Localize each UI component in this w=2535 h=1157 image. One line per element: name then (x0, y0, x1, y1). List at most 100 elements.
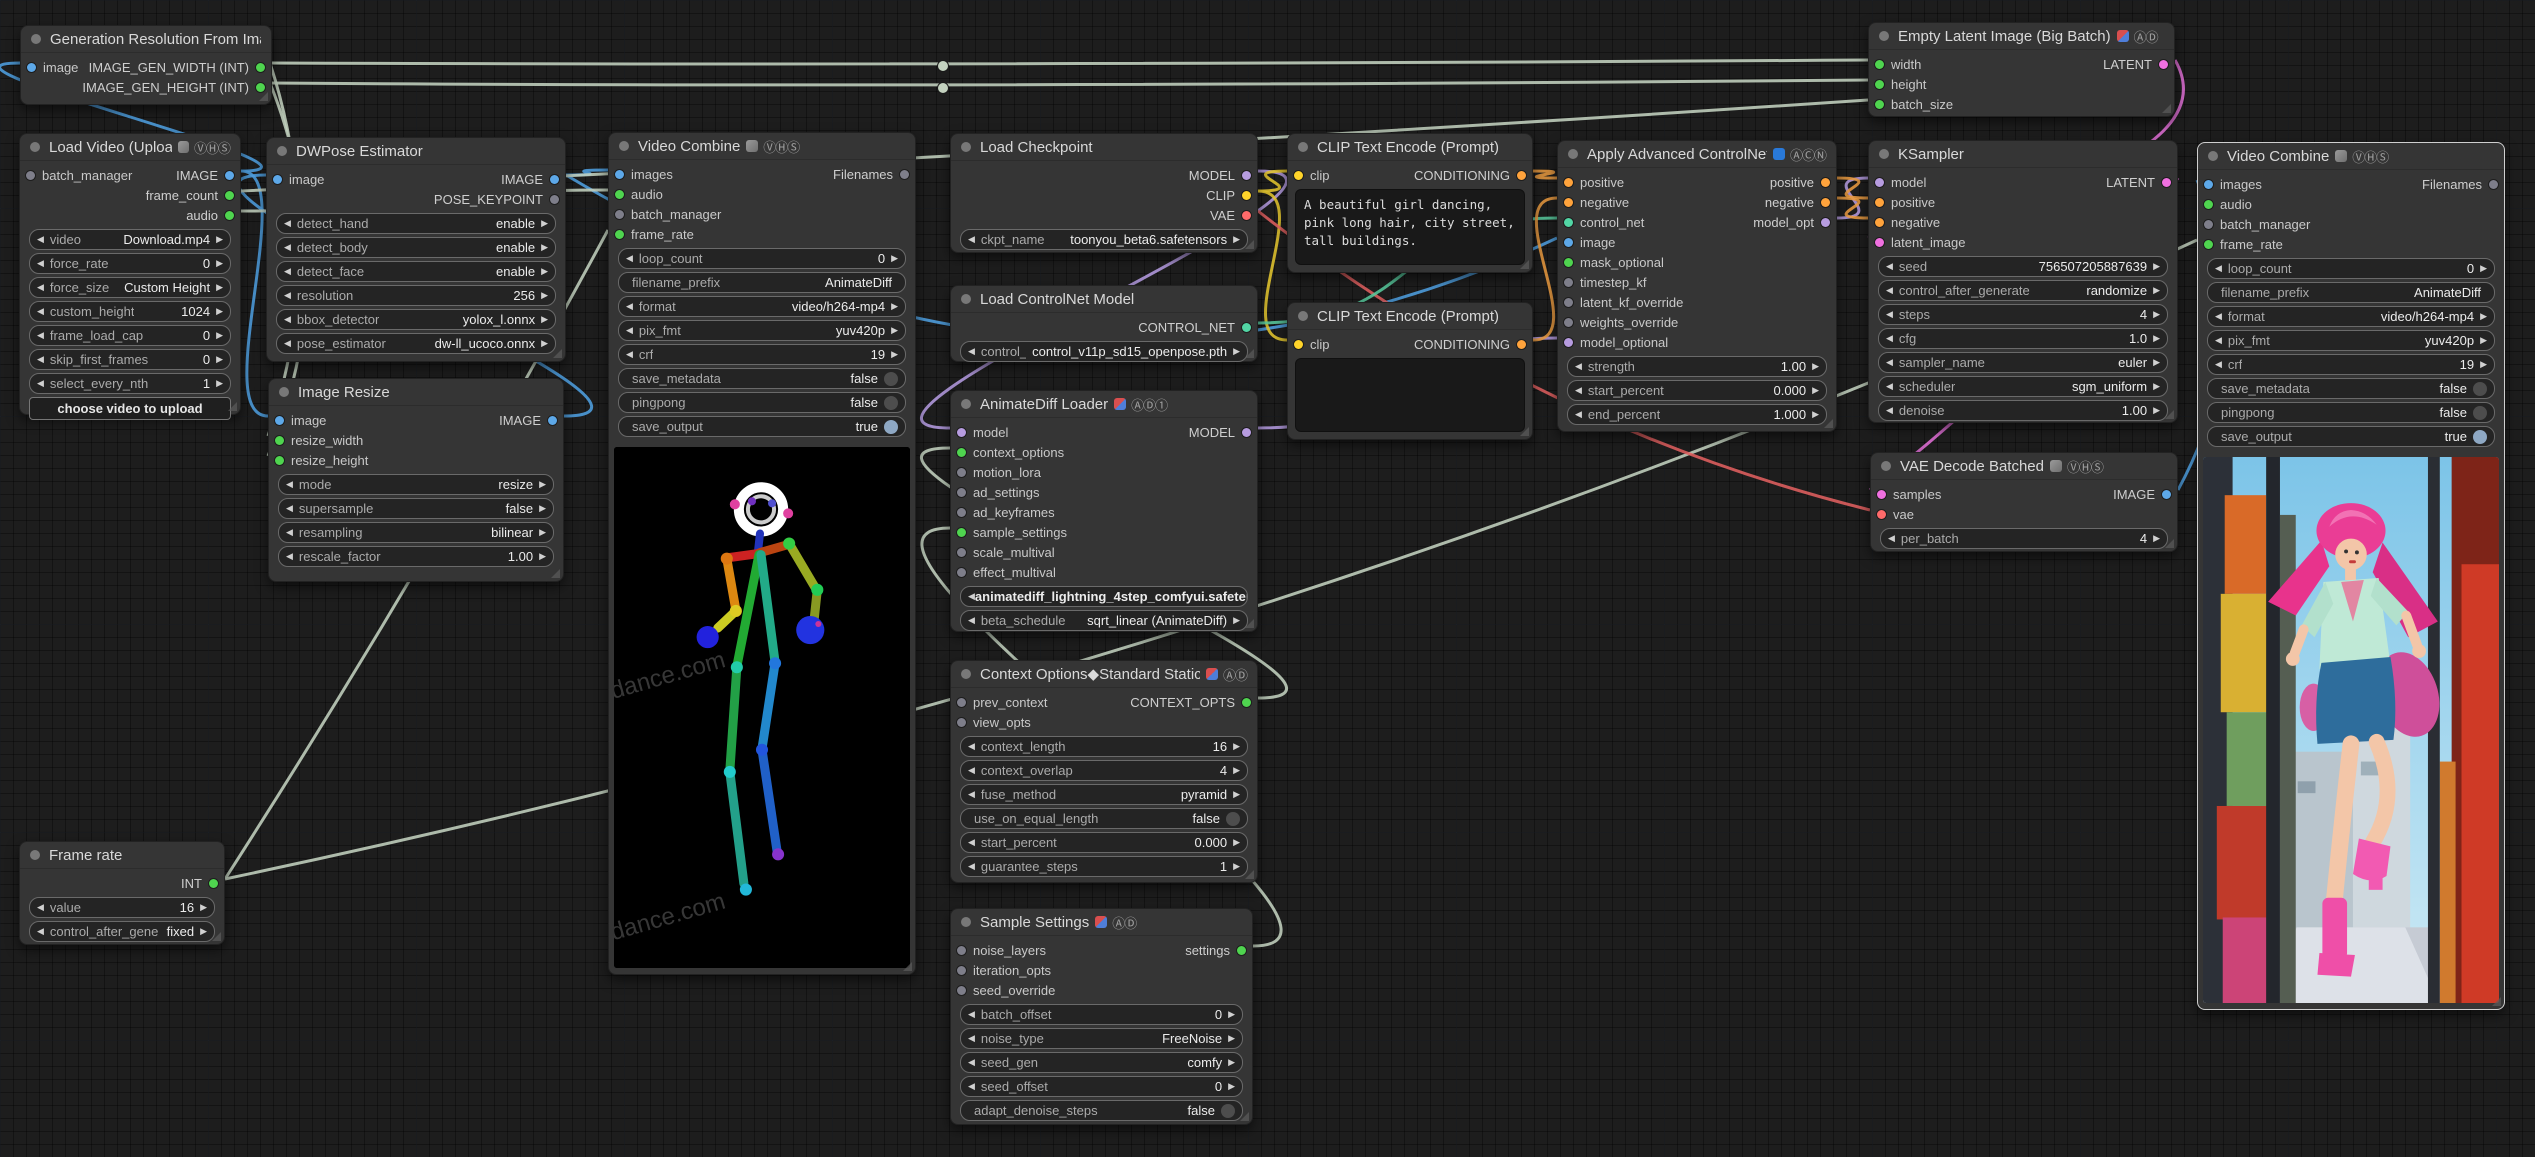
decrement-arrow-icon[interactable]: ◀ (286, 527, 293, 538)
output-port-dot[interactable] (2162, 177, 2171, 187)
output-port-dot[interactable] (2162, 489, 2171, 499)
node-resize-handle[interactable] (1245, 870, 1254, 879)
decrement-arrow-icon[interactable]: ◀ (284, 242, 291, 253)
widget-beta_schedule[interactable]: ◀ beta_schedule sqrt_linear (AnimateDiff) ▶ (960, 610, 1248, 631)
input-slot-positive[interactable]: positive (1869, 192, 1935, 212)
node-titlebar[interactable]: Frame rate (20, 842, 224, 869)
output-port-dot[interactable] (1242, 210, 1251, 220)
input-slot-latent_kf_override[interactable]: latent_kf_override (1558, 292, 1683, 312)
output-port-dot[interactable] (225, 170, 234, 180)
decrement-arrow-icon[interactable]: ◀ (2215, 335, 2222, 346)
decrement-arrow-icon[interactable]: ◀ (1575, 361, 1582, 372)
input-slot-batch_size[interactable]: batch_size (1869, 94, 1953, 114)
node-titlebar[interactable]: Load ControlNet Model (951, 286, 1257, 313)
decrement-arrow-icon[interactable]: ◀ (1886, 261, 1893, 272)
toggle-knob[interactable] (884, 395, 898, 410)
decrement-arrow-icon[interactable]: ◀ (1886, 357, 1893, 368)
node-animatediff-loader[interactable]: AnimateDiff Loader ⒶⒹ① model context_option… (950, 390, 1258, 632)
output-slot-IMAGE[interactable]: IMAGE (501, 169, 565, 189)
widget-control_after_gene[interactable]: ◀ control_after_gene fixed ▶ (29, 921, 215, 942)
input-port-dot[interactable] (1875, 177, 1884, 187)
increment-arrow-icon[interactable]: ▶ (2153, 533, 2160, 544)
increment-arrow-icon[interactable]: ▶ (216, 258, 223, 269)
input-port-dot[interactable] (1875, 79, 1884, 89)
input-port-dot[interactable] (1877, 489, 1886, 499)
node-load-video[interactable]: Load Video (Upload) ⓋⒽⓈ batch_manager IMAGE… (19, 133, 241, 420)
output-slot-Filenames[interactable]: Filenames (2422, 174, 2504, 194)
widget-format[interactable]: ◀ format video/h264-mp4 ▶ (618, 296, 906, 317)
toggle-pingpong[interactable]: pingpong false (2207, 402, 2495, 423)
output-port-dot[interactable] (225, 210, 234, 220)
increment-arrow-icon[interactable]: ▶ (2153, 309, 2160, 320)
widget-crf[interactable]: ◀ crf 19 ▶ (618, 344, 906, 365)
decrement-arrow-icon[interactable]: ◀ (37, 926, 44, 937)
decrement-arrow-icon[interactable]: ◀ (968, 1009, 975, 1020)
widget-filename_prefix[interactable]: filename_prefix AnimateDiff (2207, 282, 2495, 303)
input-slot-resize_width[interactable]: resize_width (269, 430, 363, 450)
output-slot-negative[interactable]: negative (1765, 192, 1836, 212)
output-port-dot[interactable] (1242, 190, 1251, 200)
decrement-arrow-icon[interactable]: ◀ (37, 354, 44, 365)
node-resize-handle[interactable] (1245, 619, 1254, 628)
input-slot-weights_override[interactable]: weights_override (1558, 312, 1678, 332)
output-slot-MODEL[interactable]: MODEL (1189, 165, 1257, 185)
output-slot-settings[interactable]: settings (1185, 940, 1252, 960)
node-titlebar[interactable]: Video Combine ⓋⒽⓈ (609, 133, 915, 160)
output-port-dot[interactable] (1821, 217, 1830, 227)
input-port-dot[interactable] (1564, 217, 1573, 227)
decrement-arrow-icon[interactable]: ◀ (2215, 311, 2222, 322)
input-port-dot[interactable] (275, 415, 284, 425)
input-slot-image[interactable]: image (1558, 232, 1615, 252)
increment-arrow-icon[interactable]: ▶ (1812, 385, 1819, 396)
widget-loop_count[interactable]: ◀ loop_count 0 ▶ (2207, 258, 2495, 279)
increment-arrow-icon[interactable]: ▶ (891, 325, 898, 336)
widget-seed_gen[interactable]: ◀ seed_gen comfy ▶ (960, 1052, 1243, 1073)
widget-seed_offset[interactable]: ◀ seed_offset 0 ▶ (960, 1076, 1243, 1097)
widget-per_batch[interactable]: ◀ per_batch 4 ▶ (1880, 528, 2168, 549)
increment-arrow-icon[interactable]: ▶ (2153, 261, 2160, 272)
increment-arrow-icon[interactable]: ▶ (2480, 359, 2487, 370)
node-vae-decode-batched[interactable]: VAE Decode Batched ⓋⒽⓈ samples vae IMAGE ◀ per… (1870, 452, 2178, 552)
decrement-arrow-icon[interactable]: ◀ (2215, 263, 2222, 274)
output-slot-frame_count[interactable]: frame_count (146, 185, 240, 205)
node-titlebar[interactable]: VAE Decode Batched ⓋⒽⓈ (1871, 453, 2177, 480)
decrement-arrow-icon[interactable]: ◀ (37, 258, 44, 269)
node-resize-handle[interactable] (1245, 240, 1254, 249)
decrement-arrow-icon[interactable]: ◀ (286, 503, 293, 514)
toggle-knob[interactable] (884, 419, 898, 434)
increment-arrow-icon[interactable]: ▶ (539, 503, 546, 514)
input-port-dot[interactable] (1564, 197, 1573, 207)
widget-video[interactable]: ◀ video Download.mp4 ▶ (29, 229, 231, 250)
decrement-arrow-icon[interactable]: ◀ (286, 551, 293, 562)
input-slot-image[interactable]: image (21, 57, 78, 77)
decrement-arrow-icon[interactable]: ◀ (968, 789, 975, 800)
input-slot-mask_optional[interactable]: mask_optional (1558, 252, 1664, 272)
output-slot-IMAGE[interactable]: IMAGE (2113, 484, 2177, 504)
increment-arrow-icon[interactable]: ▶ (2153, 285, 2160, 296)
prompt-textarea[interactable] (1295, 358, 1525, 432)
widget-detect_body[interactable]: ◀ detect_body enable ▶ (276, 237, 556, 258)
input-port-dot[interactable] (1564, 177, 1573, 187)
output-port-dot[interactable] (1242, 170, 1251, 180)
widget-format[interactable]: ◀ format video/h264-mp4 ▶ (2207, 306, 2495, 327)
decrement-arrow-icon[interactable]: ◀ (284, 338, 291, 349)
increment-arrow-icon[interactable]: ▶ (216, 378, 223, 389)
input-slot-width[interactable]: width (1869, 54, 1921, 74)
widget-force_size[interactable]: ◀ force_size Custom Height ▶ (29, 277, 231, 298)
input-port-dot[interactable] (1294, 170, 1303, 180)
input-port-dot[interactable] (957, 717, 966, 727)
output-port-dot[interactable] (1242, 427, 1251, 437)
output-slot-IMAGE[interactable]: IMAGE (176, 165, 240, 185)
input-slot-context_options[interactable]: context_options (951, 442, 1064, 462)
decrement-arrow-icon[interactable]: ◀ (1575, 385, 1582, 396)
output-slot-VAE[interactable]: VAE (1210, 205, 1257, 225)
input-port-dot[interactable] (615, 229, 624, 239)
input-port-dot[interactable] (957, 697, 966, 707)
output-port-dot[interactable] (2489, 179, 2498, 189)
toggle-knob[interactable] (2473, 381, 2487, 396)
input-port-dot[interactable] (275, 435, 284, 445)
increment-arrow-icon[interactable]: ▶ (1233, 346, 1240, 357)
decrement-arrow-icon[interactable]: ◀ (37, 306, 44, 317)
input-port-dot[interactable] (2204, 219, 2213, 229)
output-port-dot[interactable] (1242, 322, 1251, 332)
